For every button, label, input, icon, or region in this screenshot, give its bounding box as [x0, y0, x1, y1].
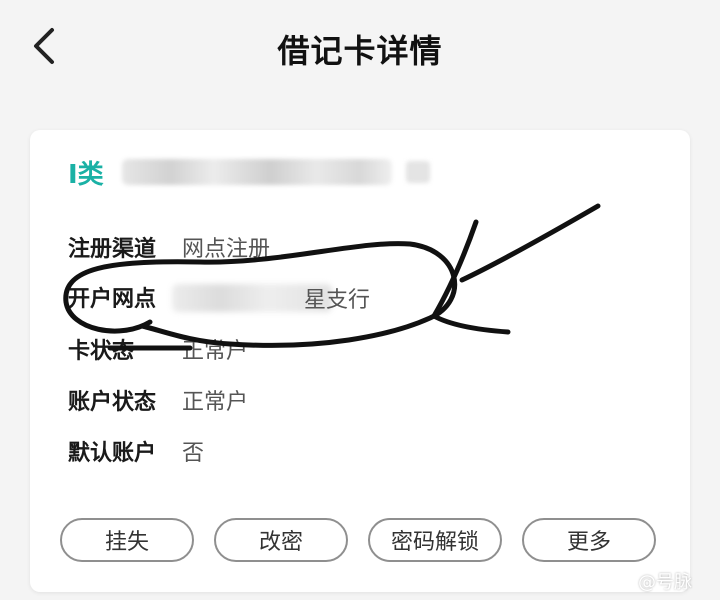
info-label: 卡状态 — [68, 339, 135, 364]
card-detail-panel: I类 注册渠道 网点注册 开户网点 星支行 卡状态 正常户 账户状态 正常户 默… — [30, 130, 690, 592]
masked-card-suffix — [405, 161, 430, 183]
unlock-password-button[interactable]: 密码解锁 — [368, 518, 502, 562]
watermark-text: @号脉 — [638, 572, 692, 593]
info-row-register-channel: 注册渠道 网点注册 — [68, 230, 270, 264]
info-value: 否 — [182, 441, 205, 466]
top-bar: 借记卡详情 — [0, 0, 720, 100]
change-password-button[interactable]: 改密 — [214, 518, 348, 562]
info-label: 开户网点 — [68, 287, 157, 312]
masked-card-number — [121, 159, 392, 185]
info-value: 正常户 — [182, 390, 249, 415]
action-buttons: 挂失 改密 密码解锁 更多 — [60, 518, 660, 564]
page-title: 借记卡详情 — [277, 32, 443, 70]
info-value: 正常户 — [182, 339, 249, 364]
watermark-logo-icon — [617, 573, 633, 589]
info-row-open-branch: 开户网点 星支行 — [68, 280, 370, 314]
masked-branch-name: 星支行 — [172, 282, 370, 313]
debit-card-detail-screen: 借记卡详情 I类 注册渠道 网点注册 开户网点 星支行 卡状态 正常户 账户状态… — [0, 0, 720, 600]
info-label: 注册渠道 — [68, 237, 157, 262]
info-value: 网点注册 — [182, 237, 271, 262]
info-row-card-status: 卡状态 正常户 — [68, 332, 248, 366]
info-label: 默认账户 — [68, 441, 157, 466]
watermark: @号脉 — [616, 568, 692, 594]
more-button[interactable]: 更多 — [522, 518, 656, 562]
info-row-account-status: 账户状态 正常户 — [68, 383, 248, 417]
info-row-default-account: 默认账户 否 — [68, 434, 204, 468]
report-loss-button[interactable]: 挂失 — [60, 518, 194, 562]
card-header: I类 — [68, 152, 430, 192]
card-type-label: I类 — [68, 159, 104, 190]
info-label: 账户状态 — [68, 390, 157, 415]
info-value: 星支行 — [304, 288, 371, 313]
